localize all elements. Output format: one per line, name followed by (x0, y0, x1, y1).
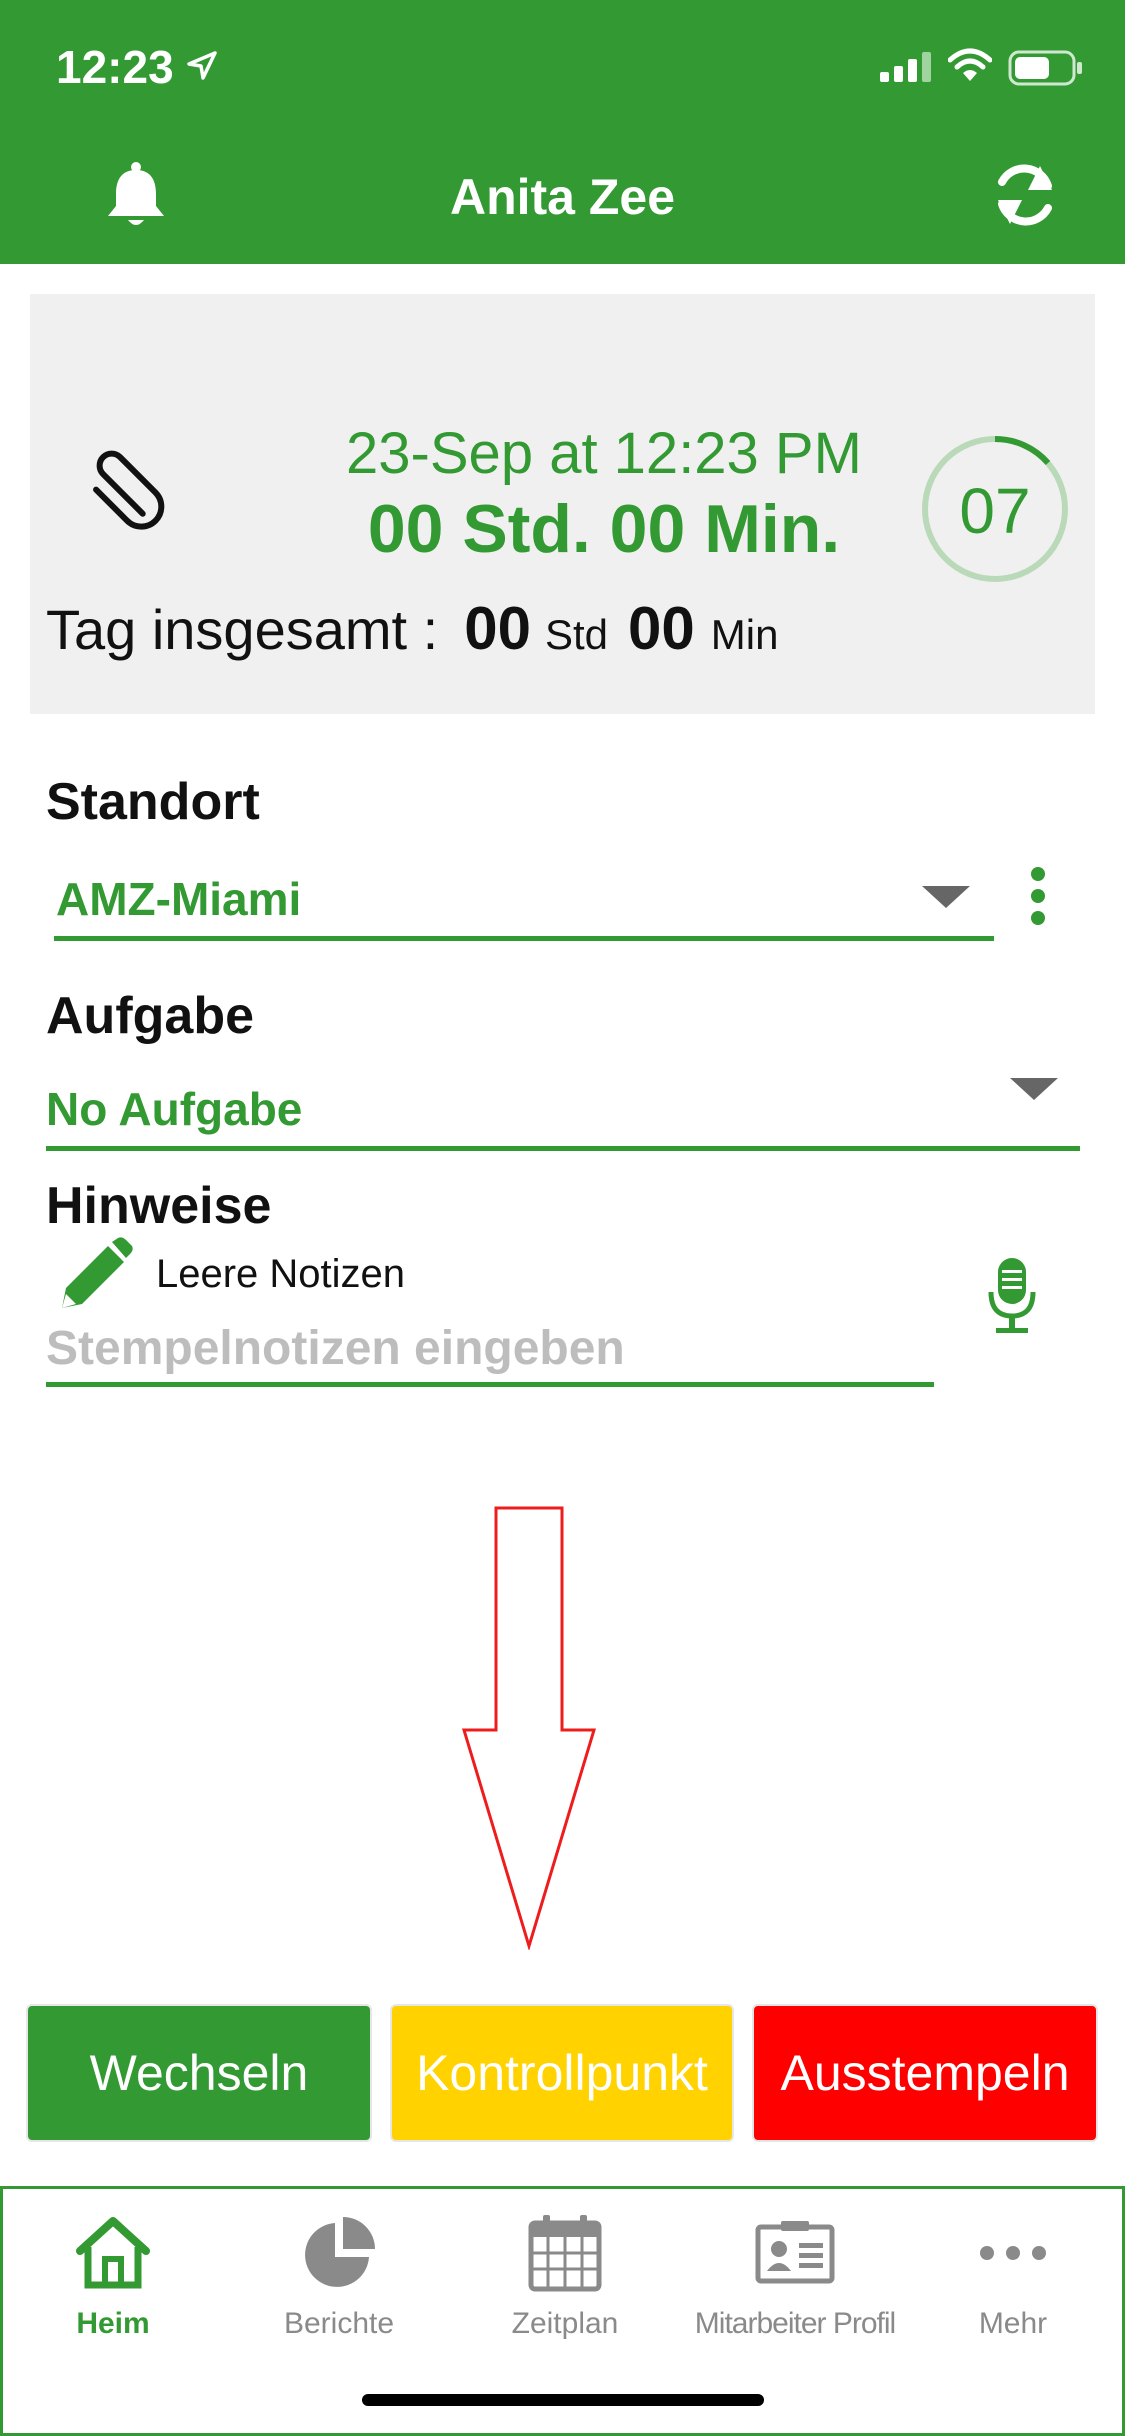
task-label: Aufgabe (46, 987, 254, 1045)
more-options-icon[interactable] (1028, 866, 1048, 926)
task-value: No Aufgabe (46, 1083, 303, 1135)
pie-chart-icon (305, 2217, 375, 2287)
id-card-icon (755, 2221, 835, 2284)
task-underline (46, 1146, 1080, 1151)
tab-schedule-label: Zeitplan (511, 2307, 619, 2340)
page-title: Anita Zee (449, 169, 676, 225)
tab-reports[interactable]: Berichte (229, 2213, 449, 2341)
checkpoint-button[interactable]: Kontrollpunkt (390, 2004, 734, 2142)
countdown-value: 07 (959, 475, 1031, 547)
notes-label: Hinweise (46, 1177, 272, 1235)
location-arrow-icon (187, 51, 217, 80)
calendar-icon (528, 2215, 602, 2292)
day-total: Tag insgesamt : 00 Std 00 Min (46, 594, 778, 663)
app-header: 12:23 Anita Zee (0, 0, 1125, 264)
home-icon (76, 2217, 150, 2289)
switch-button[interactable]: Wechseln (26, 2004, 372, 2142)
location-label: Standort (46, 773, 260, 831)
battery-icon (1008, 50, 1082, 86)
time-summary-card: 23-Sep at 12:23 PM 00 Std. 00 Min. 07 Ta… (30, 294, 1095, 714)
day-total-label: Tag insgesamt : (46, 598, 439, 661)
tab-reports-label: Berichte (283, 2307, 395, 2340)
shift-duration: 00 Std. 00 Min. (367, 491, 841, 567)
tab-employee-profile-label: Mitarbeiter Profil (694, 2307, 896, 2340)
notes-empty-text: Leere Notizen (156, 1252, 406, 1296)
day-total-minutes: 00 (628, 595, 695, 662)
microphone-icon[interactable] (988, 1256, 1036, 1336)
tab-schedule[interactable]: Zeitplan (455, 2213, 675, 2341)
wifi-icon (948, 48, 992, 81)
cellular-signal-icon (880, 52, 931, 82)
home-indicator (362, 2394, 764, 2406)
minutes-unit: Min (710, 611, 779, 658)
more-icon (980, 2246, 1046, 2260)
clock-date: 23-Sep at 12:23 PM (346, 421, 862, 486)
tab-home[interactable]: Heim (3, 2213, 223, 2341)
notes-input[interactable] (46, 1318, 930, 1378)
clock-out-button[interactable]: Ausstempeln (752, 2004, 1098, 2142)
location-value: AMZ-Miami (56, 873, 302, 925)
tab-employee-profile[interactable]: Mitarbeiter Profil (675, 2213, 915, 2341)
notes-underline (46, 1382, 934, 1387)
dropdown-caret-icon (922, 886, 970, 908)
pencil-icon[interactable] (56, 1236, 134, 1314)
tab-home-label: Heim (76, 2307, 150, 2340)
paperclip-icon[interactable] (80, 434, 180, 534)
status-time: 12:23 (56, 41, 174, 93)
red-down-arrow-annotation (461, 1506, 597, 1950)
tab-more[interactable]: Mehr (903, 2213, 1123, 2341)
dropdown-caret-icon (1010, 1078, 1058, 1100)
hours-unit: Std (544, 611, 608, 658)
refresh-icon[interactable] (990, 160, 1060, 230)
tab-more-label: Mehr (978, 2307, 1048, 2340)
day-total-hours: 00 (464, 595, 531, 662)
location-underline (54, 936, 994, 941)
